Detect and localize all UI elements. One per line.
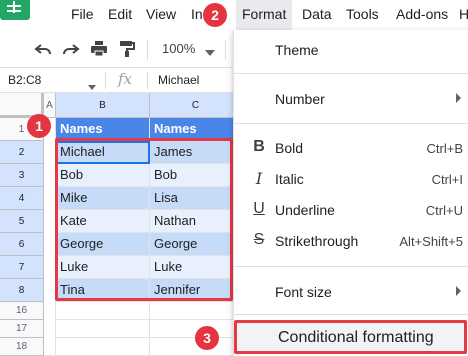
row-header-18[interactable]: 18 bbox=[0, 338, 44, 356]
toolbar-separator bbox=[225, 40, 226, 60]
step-badge-2: 2 bbox=[203, 3, 227, 27]
menu-format[interactable]: Format bbox=[236, 0, 293, 30]
cell-c2[interactable]: James bbox=[150, 141, 242, 164]
row-header-3[interactable]: 3 bbox=[0, 164, 44, 187]
menu-item-label: Theme bbox=[275, 42, 319, 58]
menu-separator bbox=[234, 123, 468, 124]
row-header-16[interactable]: 16 bbox=[0, 302, 44, 320]
menu-separator bbox=[234, 266, 468, 267]
cell-b7[interactable]: Luke bbox=[56, 256, 150, 279]
step-badge-1: 1 bbox=[27, 114, 51, 138]
cell-c5[interactable]: Nathan bbox=[150, 210, 242, 233]
cell-b16[interactable] bbox=[56, 302, 150, 320]
row-header-2[interactable]: 2 bbox=[0, 141, 44, 164]
menu-bar: File Edit View In Format Data Tools Add-… bbox=[0, 0, 468, 30]
menu-data[interactable]: Data bbox=[302, 6, 332, 22]
chevron-down-icon[interactable] bbox=[205, 43, 215, 61]
column-header-b[interactable]: B bbox=[56, 93, 150, 118]
cell-b6[interactable]: George bbox=[56, 233, 150, 256]
column-header-c[interactable]: C bbox=[150, 93, 242, 118]
toolbar-separator bbox=[147, 40, 148, 60]
cell-b2[interactable]: Michael bbox=[56, 141, 150, 164]
header-cell-c1[interactable]: Names bbox=[150, 118, 242, 141]
menu-item-theme[interactable]: Theme bbox=[234, 35, 468, 65]
row-header-6[interactable]: 6 bbox=[0, 233, 44, 256]
shortcut-label: Ctrl+U bbox=[425, 203, 463, 218]
cell-b5[interactable]: Kate bbox=[56, 210, 150, 233]
menu-item-label: Font size bbox=[275, 284, 332, 300]
formula-separator bbox=[105, 72, 106, 89]
bold-icon: B bbox=[253, 138, 265, 155]
menu-item-label: Number bbox=[275, 91, 325, 107]
cell-c6[interactable]: George bbox=[150, 233, 242, 256]
menu-item-bold[interactable]: B Bold Ctrl+B bbox=[234, 133, 468, 163]
menu-help[interactable]: H bbox=[459, 6, 468, 22]
menu-item-number[interactable]: Number bbox=[234, 84, 468, 114]
column-a-cells[interactable] bbox=[44, 118, 56, 356]
chevron-right-icon bbox=[456, 93, 461, 103]
chevron-right-icon bbox=[456, 286, 461, 296]
print-icon[interactable] bbox=[90, 40, 108, 58]
undo-icon[interactable] bbox=[34, 40, 52, 58]
menu-item-label: Bold bbox=[275, 140, 304, 156]
column-header-a[interactable]: A bbox=[44, 93, 56, 118]
cell-b8[interactable]: Tina bbox=[56, 279, 150, 302]
row-header-7[interactable]: 7 bbox=[0, 256, 44, 279]
menu-separator bbox=[234, 73, 468, 74]
menu-tools[interactable]: Tools bbox=[346, 6, 379, 22]
strikethrough-icon: S bbox=[253, 231, 265, 248]
shortcut-label: Ctrl+B bbox=[426, 141, 463, 156]
menu-file[interactable]: File bbox=[71, 6, 94, 22]
menu-view[interactable]: View bbox=[146, 6, 176, 22]
cell-b3[interactable]: Bob bbox=[56, 164, 150, 187]
paint-format-icon[interactable] bbox=[118, 40, 136, 58]
underline-icon: U bbox=[253, 200, 265, 217]
cell-b18[interactable] bbox=[56, 338, 150, 356]
cell-c8[interactable]: Jennifer bbox=[150, 279, 242, 302]
cell-b17[interactable] bbox=[56, 320, 150, 338]
menu-item-italic[interactable]: I Italic Ctrl+I bbox=[234, 164, 468, 194]
cell-c3[interactable]: Bob bbox=[150, 164, 242, 187]
cell-b4[interactable]: Mike bbox=[56, 187, 150, 210]
row-header-4[interactable]: 4 bbox=[0, 187, 44, 210]
sheets-logo-icon[interactable] bbox=[0, 0, 30, 20]
shortcut-label: Ctrl+I bbox=[431, 172, 463, 187]
menu-item-underline[interactable]: U Underline Ctrl+U bbox=[234, 195, 468, 225]
menu-item-label: Conditional formatting bbox=[278, 329, 434, 346]
step-badge-3: 3 bbox=[195, 326, 219, 350]
format-menu: Theme Number B Bold Ctrl+B I Italic Ctrl… bbox=[233, 30, 468, 356]
zoom-select[interactable]: 100% bbox=[162, 41, 195, 56]
menu-item-strikethrough[interactable]: S Strikethrough Alt+Shift+5 bbox=[234, 226, 468, 256]
row-header-17[interactable]: 17 bbox=[0, 320, 44, 338]
menu-separator bbox=[234, 314, 468, 315]
fx-icon: fx bbox=[118, 70, 133, 88]
cell-c7[interactable]: Luke bbox=[150, 256, 242, 279]
menu-item-label: Underline bbox=[275, 202, 335, 218]
cell-c16[interactable] bbox=[150, 302, 242, 320]
row-header-8[interactable]: 8 bbox=[0, 279, 44, 302]
shortcut-label: Alt+Shift+5 bbox=[399, 234, 463, 249]
redo-icon[interactable] bbox=[62, 40, 80, 58]
menu-item-label: Italic bbox=[275, 171, 304, 187]
formula-input[interactable]: Michael bbox=[158, 73, 199, 87]
header-cell-b1[interactable]: Names bbox=[56, 118, 150, 141]
menu-item-font-size[interactable]: Font size bbox=[234, 277, 468, 307]
name-box[interactable]: B2:C8 bbox=[8, 73, 41, 87]
menu-item-label: Strikethrough bbox=[275, 233, 359, 249]
menu-edit[interactable]: Edit bbox=[108, 6, 132, 22]
cell-c4[interactable]: Lisa bbox=[150, 187, 242, 210]
menu-addons[interactable]: Add-ons bbox=[396, 6, 448, 22]
menu-item-conditional-formatting[interactable]: Conditional formatting bbox=[234, 320, 467, 354]
formula-separator bbox=[147, 72, 148, 89]
italic-icon: I bbox=[255, 169, 263, 188]
row-header-5[interactable]: 5 bbox=[0, 210, 44, 233]
